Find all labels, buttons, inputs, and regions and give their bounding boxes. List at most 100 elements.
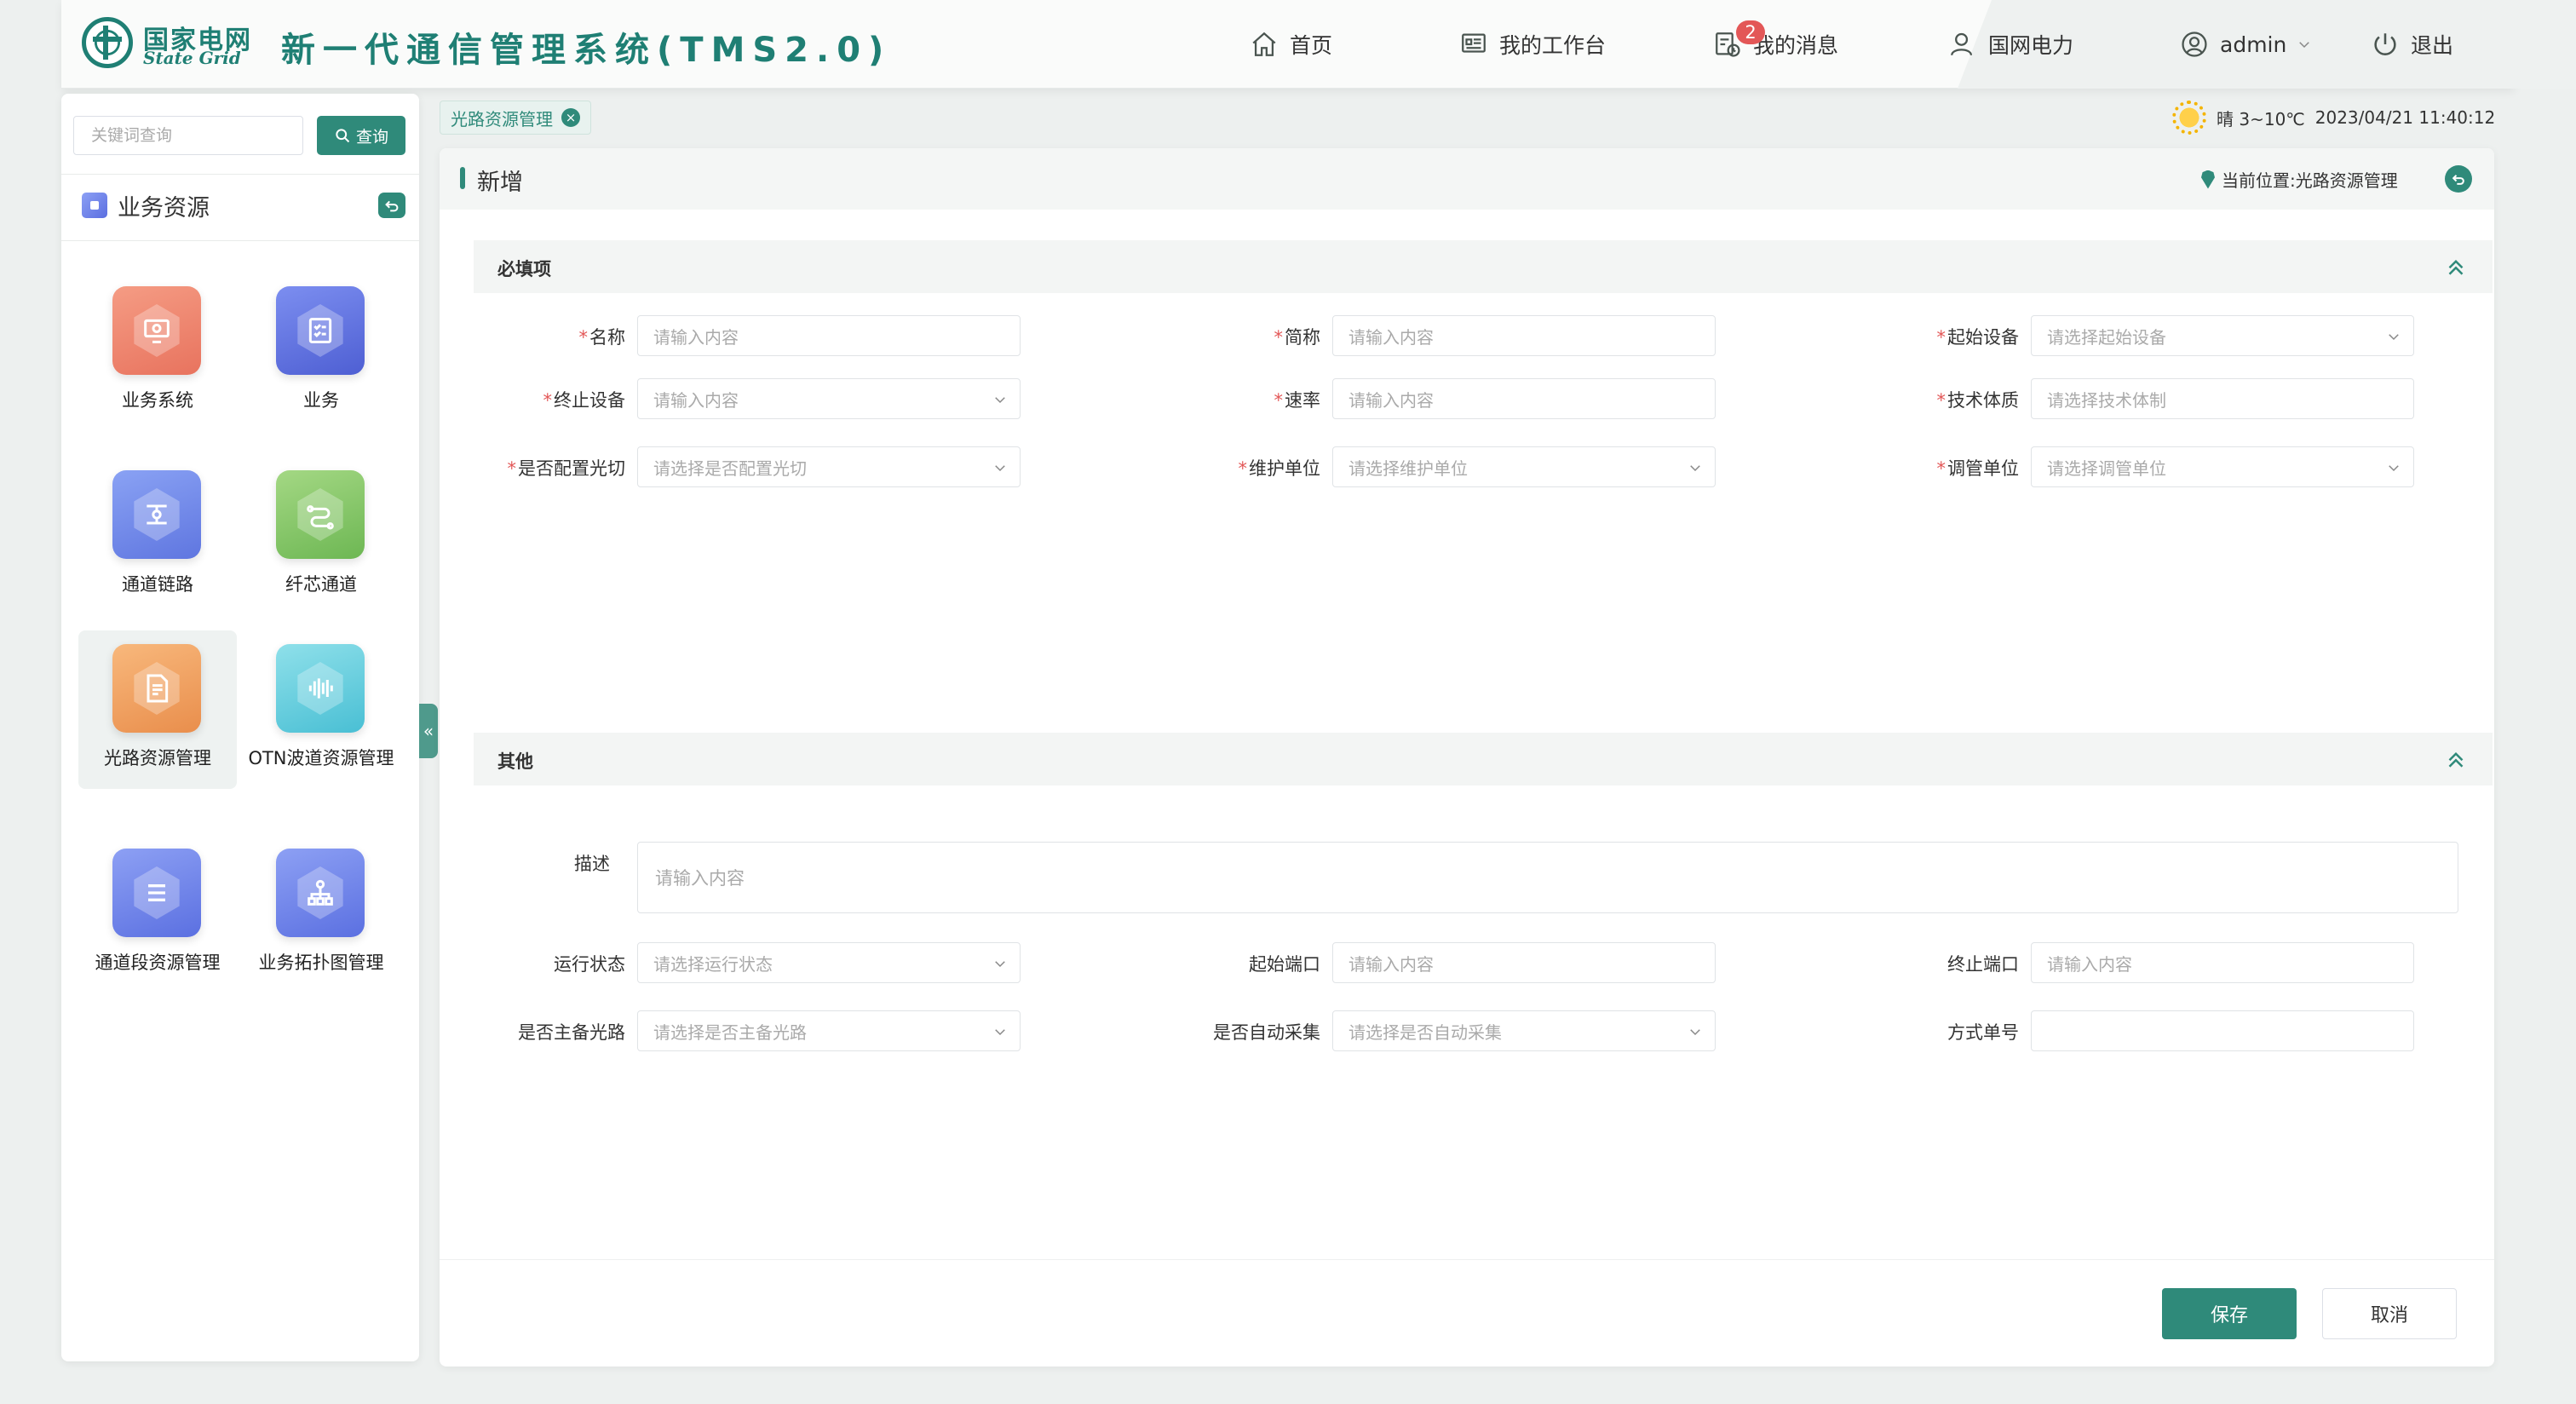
sidebar-tile[interactable]: 业务系统 — [78, 273, 237, 431]
field-select[interactable]: 请选择调管单位 — [2031, 446, 2414, 487]
list-icon — [112, 849, 201, 937]
field-input[interactable]: 请输入内容 — [2031, 942, 2414, 983]
field-input[interactable]: 请选择技术体制 — [2031, 378, 2414, 419]
required-asterisk: * — [1274, 327, 1284, 348]
sidebar-tile-label: 业务 — [303, 390, 339, 411]
nav-workbench-label: 我的工作台 — [1499, 33, 1607, 58]
back-arrow-icon — [2452, 175, 2464, 185]
field-label-text: 终止端口 — [1947, 954, 2019, 975]
field-label: *维护单位 — [1099, 455, 1321, 480]
user-avatar-icon — [2179, 29, 2210, 60]
nav-workbench[interactable]: 我的工作台 — [1458, 27, 1606, 61]
field-label: *速率 — [1099, 387, 1321, 412]
user-menu[interactable]: admin — [2179, 27, 2312, 61]
double-chevron-left-icon: « — [423, 721, 434, 741]
main-panel: 新增 当前位置:光路资源管理 必填项 *名称 请输入内容 *简称 请输入内容 *起始设备… — [440, 148, 2494, 1367]
field-placeholder: 请选择维护单位 — [1348, 457, 1468, 479]
field-label-text: 简称 — [1285, 327, 1320, 348]
field-input[interactable]: 请输入内容 — [1332, 942, 1716, 983]
logout-button[interactable]: 退出 — [2370, 27, 2453, 61]
title-accent-bar — [460, 167, 465, 189]
sidebar-collapse-handle[interactable]: « — [419, 704, 438, 758]
search-icon — [334, 127, 351, 144]
sidebar-tile[interactable]: 业务 — [242, 273, 400, 431]
field-input[interactable] — [2031, 1010, 2414, 1051]
chevron-down-icon — [2386, 328, 2401, 343]
sidebar-title: 业务资源 — [118, 195, 210, 222]
description-textarea[interactable]: 请输入内容 — [637, 842, 2458, 913]
field-label: 运行状态 — [404, 951, 625, 976]
field-label-text: 技术体质 — [1947, 390, 2019, 411]
field-select[interactable]: 请选择是否配置光切 — [637, 446, 1021, 487]
sidebar-tile[interactable]: 通道链路 — [78, 457, 237, 615]
return-button[interactable] — [2445, 165, 2472, 193]
field-label-text: 名称 — [589, 327, 625, 348]
logo-text-en: State Grid — [143, 48, 241, 68]
field-label: 是否主备光路 — [404, 1019, 625, 1044]
footer-divider — [440, 1259, 2494, 1260]
nav-org[interactable]: 国网电力 — [1947, 27, 2073, 61]
sidebar-tile[interactable]: 业务拓扑图管理 — [242, 835, 400, 993]
tab-label: 光路资源管理 — [451, 108, 553, 129]
nav-home[interactable]: 首页 — [1249, 27, 1332, 61]
user-name: admin — [2220, 32, 2287, 57]
sidebar-back-button[interactable] — [378, 193, 405, 218]
field-placeholder: 请选择是否主备光路 — [653, 1021, 807, 1043]
field-input[interactable]: 请输入内容 — [1332, 378, 1716, 419]
field-label: *起始设备 — [1797, 324, 2020, 349]
field-placeholder: 请输入内容 — [653, 326, 739, 348]
sidebar-search-button[interactable]: 查询 — [317, 116, 405, 155]
field-placeholder: 请选择技术体制 — [2047, 389, 2166, 411]
field-select[interactable]: 请选择维护单位 — [1332, 446, 1716, 487]
required-asterisk: * — [1238, 458, 1248, 479]
required-section-header[interactable]: 必填项 — [474, 240, 2493, 293]
sidebar-tile-label: 业务拓扑图管理 — [258, 952, 384, 973]
search-button-label: 查询 — [355, 128, 388, 147]
field-input[interactable]: 请输入内容 — [1332, 315, 1716, 356]
top-header: 国家电网 State Grid 新一代通信管理系统(TMS2.0) 首页 我的工… — [61, 0, 2576, 89]
field-select[interactable]: 请选择运行状态 — [637, 942, 1021, 983]
weather-text: 晴 3~10℃ — [2217, 108, 2305, 129]
collapse-up-icon[interactable] — [2443, 254, 2469, 279]
panel-header: 新增 当前位置:光路资源管理 — [440, 148, 2494, 210]
field-input[interactable]: 请输入内容 — [637, 315, 1021, 356]
sidebar-tile[interactable]: 纤芯通道 — [242, 457, 400, 615]
sidebar-search-input[interactable] — [73, 116, 303, 155]
topology-icon — [276, 849, 365, 937]
nav-home-label: 首页 — [1290, 33, 1333, 58]
sidebar-tile-label: OTN波道资源管理 — [248, 748, 394, 768]
required-section-title: 必填项 — [497, 259, 551, 279]
field-select[interactable]: 请选择起始设备 — [2031, 315, 2414, 356]
field-select[interactable]: 请选择是否主备光路 — [637, 1010, 1021, 1051]
tab-optical-resource[interactable]: 光路资源管理 × — [440, 101, 591, 135]
field-placeholder: 请选择是否配置光切 — [653, 457, 807, 479]
tab-close-icon[interactable]: × — [561, 108, 580, 127]
weather-datetime: 晴 3~10℃ 2023/04/21 11:40:12 — [2172, 101, 2495, 135]
required-asterisk: * — [507, 458, 517, 479]
message-count-badge: 2 — [1736, 20, 1765, 44]
required-asterisk: * — [1274, 390, 1284, 411]
sidebar-divider — [61, 174, 419, 175]
required-asterisk: * — [543, 390, 553, 411]
field-label: 是否自动采集 — [1099, 1019, 1320, 1044]
sidebar-tile[interactable]: 光路资源管理 — [78, 630, 237, 789]
field-label-text: 调管单位 — [1947, 458, 2019, 479]
field-select[interactable]: 请选择是否自动采集 — [1332, 1010, 1716, 1051]
workbench-icon — [1458, 29, 1489, 60]
field-label: *调管单位 — [1797, 455, 2020, 480]
nav-messages-label: 我的消息 — [1753, 33, 1839, 58]
power-icon — [2370, 29, 2401, 60]
field-placeholder: 请选择运行状态 — [653, 953, 773, 975]
chevron-down-icon — [2297, 37, 2312, 52]
field-select[interactable]: 请输入内容 — [637, 378, 1021, 419]
description-label-text: 描述 — [574, 854, 610, 874]
collapse-up-icon[interactable] — [2443, 746, 2469, 772]
nav-messages[interactable]: 2 我的消息 — [1712, 20, 1839, 61]
save-button[interactable]: 保存 — [2162, 1288, 2297, 1339]
sun-icon — [2172, 101, 2206, 135]
field-placeholder: 请选择起始设备 — [2047, 326, 2166, 348]
sidebar-tile[interactable]: OTN波道资源管理 — [242, 630, 400, 789]
other-section-header[interactable]: 其他 — [474, 733, 2493, 785]
sidebar-tile[interactable]: 通道段资源管理 — [78, 835, 237, 993]
cancel-button[interactable]: 取消 — [2322, 1288, 2457, 1339]
